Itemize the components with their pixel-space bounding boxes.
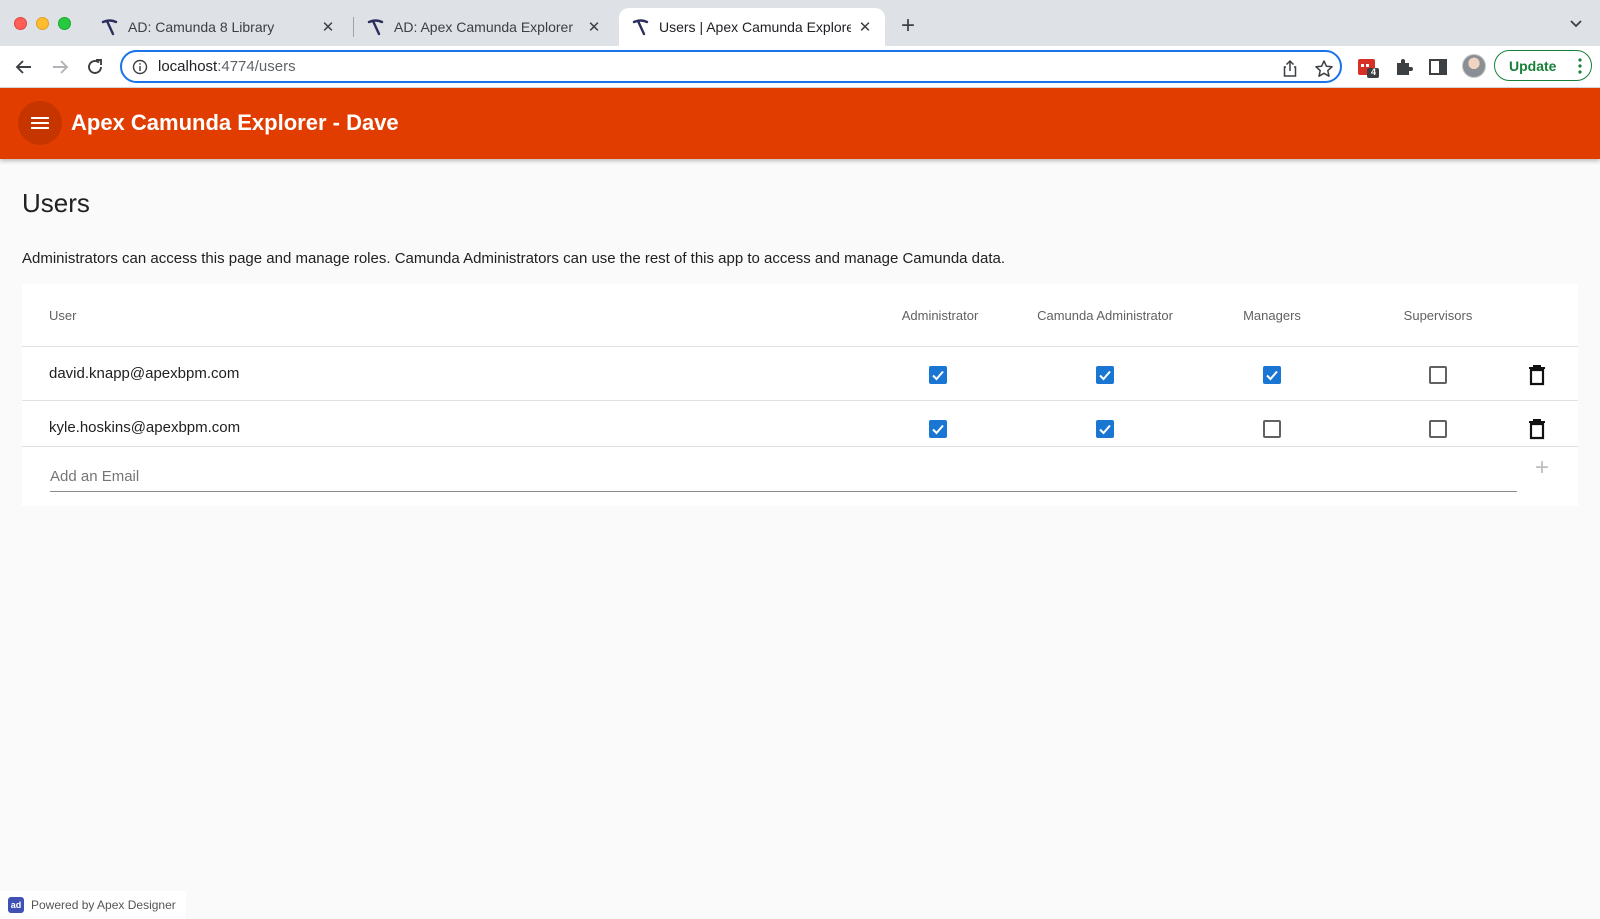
column-header-administrator: Administrator [901, 308, 979, 323]
browser-tab-apex-explorer[interactable]: AD: Apex Camunda Explorer ✕ [354, 8, 614, 46]
menu-button[interactable] [18, 101, 62, 145]
profile-avatar[interactable] [1462, 54, 1486, 78]
apex-designer-favicon-icon [101, 19, 118, 36]
back-icon[interactable] [12, 55, 36, 79]
tab-title: AD: Apex Camunda Explorer [394, 19, 573, 35]
tab-title: AD: Camunda 8 Library [128, 19, 275, 35]
app-title: Apex Camunda Explorer - Dave [71, 110, 399, 135]
add-user-row: + [22, 446, 1578, 506]
tab-search-chevron-icon[interactable] [1568, 16, 1584, 32]
browser-tab-users[interactable]: Users | Apex Camunda Explorer ✕ [619, 8, 885, 46]
checkbox-camunda-administrator[interactable] [1096, 420, 1114, 438]
reload-icon[interactable] [83, 55, 107, 79]
close-window-button[interactable] [14, 17, 27, 30]
tab-title: Users | Apex Camunda Explorer [659, 19, 851, 35]
update-button[interactable]: Update [1494, 50, 1592, 81]
url-path: :4774/users [217, 58, 296, 75]
maximize-window-button[interactable] [58, 17, 71, 30]
users-table: User Administrator Camunda Administrator… [22, 284, 1578, 506]
site-info-icon[interactable] [132, 59, 148, 75]
forward-icon[interactable] [48, 55, 72, 79]
checkbox-administrator[interactable] [929, 420, 947, 438]
apex-designer-favicon-icon [632, 19, 649, 36]
page-description: Administrators can access this page and … [22, 250, 1006, 267]
column-header-supervisors: Supervisors [1403, 308, 1473, 323]
column-header-camunda-administrator: Camunda Administrator [1037, 308, 1173, 323]
extension-calendar-icon[interactable]: 4 [1356, 55, 1380, 79]
extensions-puzzle-icon[interactable] [1392, 55, 1416, 79]
add-user-plus-icon[interactable]: + [1530, 456, 1554, 481]
minimize-window-button[interactable] [36, 17, 49, 30]
url-host: localhost [158, 58, 218, 75]
browser-tab-camunda-library[interactable]: AD: Camunda 8 Library ✕ [88, 8, 348, 46]
address-bar[interactable]: localhost:4774/users [120, 50, 1342, 83]
powered-by-badge[interactable]: ad Powered by Apex Designer [0, 891, 186, 919]
update-label: Update [1509, 57, 1557, 74]
delete-icon[interactable] [1527, 418, 1547, 440]
side-panel-icon[interactable] [1426, 55, 1450, 79]
user-email: kyle.hoskins@apexbpm.com [49, 419, 241, 436]
column-header-user: User [49, 308, 77, 323]
browser-toolbar: localhost:4774/users 4 Update [0, 46, 1600, 88]
checkbox-supervisors[interactable] [1429, 420, 1447, 438]
app-header: Apex Camunda Explorer - Dave [0, 88, 1600, 159]
bookmark-star-icon[interactable] [1314, 59, 1334, 79]
close-tab-icon[interactable]: ✕ [857, 19, 873, 36]
apex-designer-favicon-icon [367, 19, 384, 36]
url-text: localhost:4774/users [158, 58, 296, 75]
share-icon[interactable] [1280, 59, 1300, 79]
table-row: david.knapp@apexbpm.com [22, 346, 1578, 400]
new-tab-icon[interactable]: + [896, 14, 920, 38]
checkbox-administrator[interactable] [929, 366, 947, 384]
close-tab-icon[interactable]: ✕ [586, 19, 602, 36]
checkbox-managers[interactable] [1263, 366, 1281, 384]
apex-designer-logo-icon: ad [8, 897, 24, 913]
checkbox-camunda-administrator[interactable] [1096, 366, 1114, 384]
delete-icon[interactable] [1527, 364, 1547, 386]
hamburger-menu-icon [31, 117, 49, 129]
extension-badge: 4 [1370, 67, 1376, 77]
powered-by-text: Powered by Apex Designer [31, 898, 176, 912]
page-title: Users [22, 188, 90, 218]
user-email: david.knapp@apexbpm.com [49, 365, 240, 382]
checkbox-managers[interactable] [1263, 420, 1281, 438]
add-email-input[interactable] [50, 461, 1517, 492]
close-tab-icon[interactable]: ✕ [320, 19, 336, 36]
checkbox-supervisors[interactable] [1429, 366, 1447, 384]
browser-tab-strip: AD: Camunda 8 Library ✕ AD: Apex Camunda… [0, 0, 1600, 46]
more-options-icon[interactable] [1578, 58, 1582, 74]
column-header-managers: Managers [1243, 308, 1301, 323]
